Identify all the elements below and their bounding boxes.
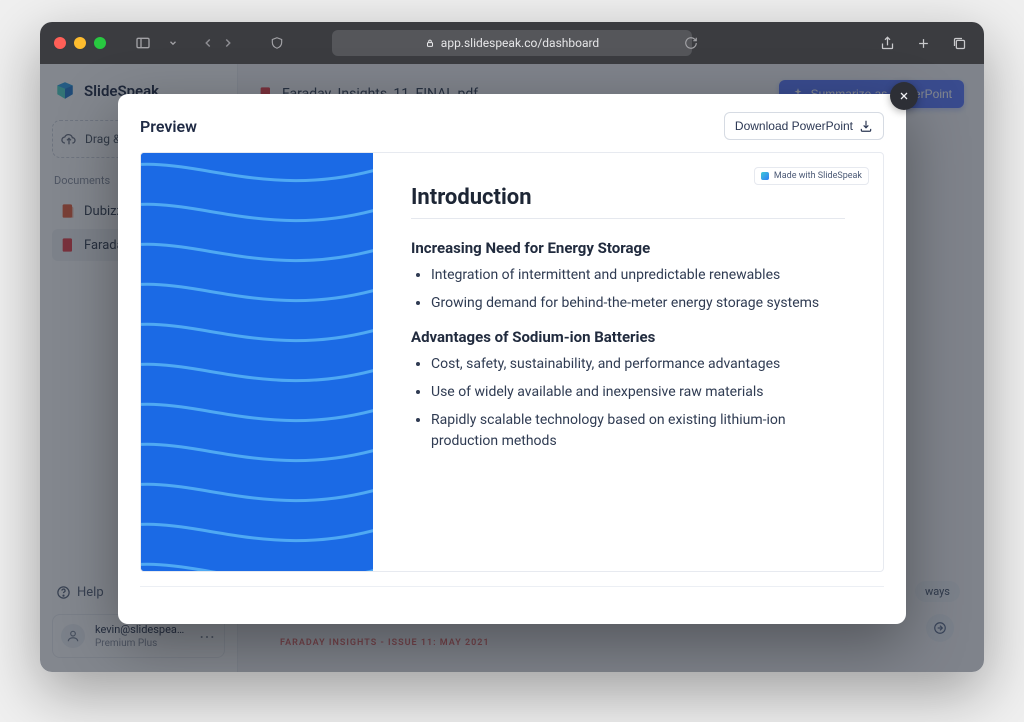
shield-icon[interactable] xyxy=(266,32,288,54)
section-heading: Increasing Need for Energy Storage xyxy=(411,239,845,257)
window-minimize-icon[interactable] xyxy=(74,37,86,49)
slide-title: Introduction xyxy=(411,185,845,210)
lock-icon xyxy=(425,38,435,48)
address-bar[interactable]: app.slidespeak.co/dashboard xyxy=(332,30,692,56)
bullet-item: Use of widely available and inexpensive … xyxy=(431,382,845,404)
sidebar-toggle-icon[interactable] xyxy=(132,32,154,54)
modal-header: Preview Download PowerPoint xyxy=(140,112,884,140)
slide-decorative-art xyxy=(141,153,373,571)
download-icon xyxy=(859,119,873,133)
address-url: app.slidespeak.co/dashboard xyxy=(441,36,599,50)
divider xyxy=(411,218,845,219)
browser-titlebar: app.slidespeak.co/dashboard xyxy=(40,22,984,64)
nav-forward-icon[interactable] xyxy=(220,32,236,54)
window-zoom-icon[interactable] xyxy=(94,37,106,49)
modal-overlay[interactable]: Preview Download PowerPoint xyxy=(40,64,984,672)
browser-window: app.slidespeak.co/dashboard SlideSpeak xyxy=(40,22,984,672)
modal-footer-input[interactable] xyxy=(140,586,884,624)
made-with-badge: Made with SlideSpeak xyxy=(754,167,869,185)
section-heading: Advantages of Sodium-ion Batteries xyxy=(411,328,845,346)
slide-preview: Made with SlideSpeak Introduction Increa… xyxy=(140,152,884,572)
reload-icon[interactable] xyxy=(680,32,702,54)
modal-title: Preview xyxy=(140,117,197,136)
bullet-list: Cost, safety, sustainability, and perfor… xyxy=(411,354,845,453)
traffic-lights xyxy=(54,37,106,49)
bullet-item: Rapidly scalable technology based on exi… xyxy=(431,410,845,453)
download-label: Download PowerPoint xyxy=(735,119,853,133)
share-icon[interactable] xyxy=(876,32,898,54)
tabs-icon[interactable] xyxy=(948,32,970,54)
app-root: SlideSpeak Drag & d Documents Dubizzle F… xyxy=(40,64,984,672)
bullet-item: Integration of intermittent and unpredic… xyxy=(431,265,845,287)
preview-modal: Preview Download PowerPoint xyxy=(118,94,906,624)
download-button[interactable]: Download PowerPoint xyxy=(724,112,884,140)
slide-body: Made with SlideSpeak Introduction Increa… xyxy=(373,153,883,571)
brand-mark-icon xyxy=(761,172,769,180)
close-button[interactable] xyxy=(890,82,918,110)
new-tab-icon[interactable] xyxy=(912,32,934,54)
chevron-down-icon[interactable] xyxy=(162,32,184,54)
window-close-icon[interactable] xyxy=(54,37,66,49)
nav-back-icon[interactable] xyxy=(200,32,216,54)
bullet-list: Integration of intermittent and unpredic… xyxy=(411,265,845,314)
close-icon xyxy=(898,90,910,102)
bullet-item: Growing demand for behind-the-meter ener… xyxy=(431,293,845,315)
bullet-item: Cost, safety, sustainability, and perfor… xyxy=(431,354,845,376)
badge-label: Made with SlideSpeak xyxy=(774,171,862,181)
